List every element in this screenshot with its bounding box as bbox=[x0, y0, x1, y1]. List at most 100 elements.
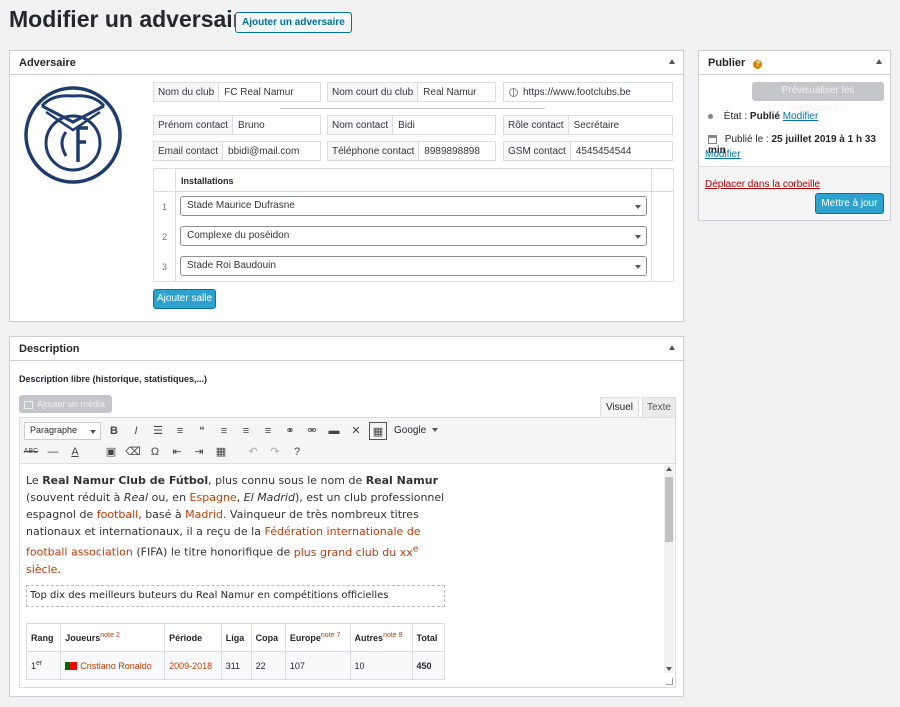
outdent-icon[interactable]: ⇤ bbox=[168, 443, 186, 461]
font-select[interactable]: Google bbox=[394, 425, 439, 436]
text-color-icon[interactable]: A bbox=[66, 443, 84, 461]
italic-icon[interactable]: I bbox=[127, 422, 145, 440]
contact-first-label: Prénom contact bbox=[154, 116, 234, 134]
resize-handle-icon[interactable] bbox=[666, 678, 673, 685]
website-field[interactable]: https://www.footclubs.be bbox=[503, 82, 673, 102]
short-name-field[interactable]: Nom court du club Real Namur bbox=[327, 82, 496, 102]
numbered-list-icon[interactable]: ≡ bbox=[171, 422, 189, 440]
trash-link[interactable]: Déplacer dans la corbeille bbox=[705, 179, 820, 190]
format-select[interactable]: Paragraphe bbox=[24, 422, 101, 440]
cell-joueur: Cristiano Ronaldo bbox=[60, 651, 166, 680]
adversaire-box: Adversaire Nom du club FC Real Namur Nom… bbox=[9, 50, 684, 322]
cell-rang: 1er bbox=[25, 651, 62, 680]
bullet-list-icon[interactable]: ☰ bbox=[149, 422, 167, 440]
page-title: Modifier un adversaire bbox=[9, 6, 255, 32]
edit-state-link[interactable]: Modifier bbox=[783, 111, 819, 122]
col-autres-label: Autres bbox=[354, 633, 384, 643]
add-media-button[interactable]: Ajouter un média bbox=[19, 395, 112, 413]
chevron-down-icon bbox=[432, 428, 439, 433]
align-right-icon[interactable]: ≡ bbox=[259, 422, 277, 440]
contact-role-label: Rôle contact bbox=[504, 116, 569, 134]
phone-value: 8989898898 bbox=[424, 145, 480, 157]
edit-date-link[interactable]: Modifier bbox=[705, 149, 741, 160]
publish-box: Publier ? Prévisualiser les modification… bbox=[698, 50, 891, 221]
table-icon[interactable]: ▦ bbox=[212, 443, 230, 461]
update-button[interactable]: Mettre à jour bbox=[815, 193, 884, 214]
club-logo bbox=[24, 86, 122, 184]
contact-last-label: Nom contact bbox=[328, 116, 394, 134]
editor-paragraph: Le Real Namur Club de Fútbol, plus connu… bbox=[26, 474, 445, 576]
scroll-down-icon[interactable] bbox=[666, 667, 672, 671]
tab-visual[interactable]: Visuel bbox=[600, 397, 639, 417]
email-label: Email contact bbox=[154, 142, 224, 160]
cell-copa: 22 bbox=[250, 651, 286, 680]
club-name-label: Nom du club bbox=[154, 83, 220, 101]
add-room-button[interactable]: Ajouter salle bbox=[153, 289, 216, 309]
club-name-field[interactable]: Nom du club FC Real Namur bbox=[153, 82, 321, 102]
contact-role-value: Secrétaire bbox=[573, 119, 620, 131]
rang-sup: er bbox=[36, 660, 43, 667]
blockquote-icon[interactable]: “ bbox=[193, 422, 211, 440]
help-icon[interactable]: ? bbox=[288, 443, 306, 461]
email-field[interactable]: Email contact bbidi@mail.com bbox=[153, 141, 321, 161]
contact-role-field[interactable]: Rôle contact Secrétaire bbox=[503, 115, 673, 135]
description-box-header: Description bbox=[10, 337, 683, 361]
preview-button[interactable]: Prévisualiser les modifications bbox=[752, 82, 884, 114]
chevron-down-icon bbox=[635, 265, 641, 269]
paste-text-icon[interactable]: ▣ bbox=[102, 443, 120, 461]
table-caption: Top dix des meilleurs buteurs du Real Na… bbox=[26, 585, 445, 607]
note-link[interactable]: note 8 bbox=[383, 632, 402, 639]
link-icon[interactable]: ⚭ bbox=[281, 422, 299, 440]
indent-icon[interactable]: ⇥ bbox=[190, 443, 208, 461]
keyboard-icon[interactable]: ▦ bbox=[369, 422, 387, 440]
strikethrough-icon[interactable]: ABC bbox=[22, 443, 40, 461]
installation-select-value: Complexe du poséidon bbox=[187, 230, 290, 241]
phone-field[interactable]: Téléphone contact 8989898898 bbox=[327, 141, 496, 161]
editor-content[interactable]: Le Real Namur Club de Fútbol, plus connu… bbox=[26, 472, 456, 578]
redo-icon[interactable]: ↷ bbox=[266, 443, 284, 461]
tab-text[interactable]: Texte bbox=[642, 397, 676, 417]
add-adversaire-button[interactable]: Ajouter un adversaire bbox=[235, 12, 352, 33]
contact-last-field[interactable]: Nom contact Bidi bbox=[327, 115, 496, 135]
phone-label: Téléphone contact bbox=[328, 142, 420, 160]
align-left-icon[interactable]: ≡ bbox=[215, 422, 233, 440]
gsm-field[interactable]: GSM contact 4545454544 bbox=[503, 141, 673, 161]
clear-formatting-icon[interactable]: ⌫ bbox=[124, 443, 142, 461]
collapse-toggle-icon[interactable] bbox=[669, 345, 675, 350]
chevron-down-icon bbox=[90, 430, 96, 434]
special-character-icon[interactable]: Ω bbox=[146, 443, 164, 461]
state-value: Publié bbox=[749, 111, 780, 122]
read-more-icon[interactable]: ▬ bbox=[325, 422, 343, 440]
joueur-link[interactable]: Cristiano Ronaldo bbox=[80, 661, 152, 671]
font-select-value: Google bbox=[394, 425, 427, 436]
installation-select[interactable]: Stade Roi Baudouin bbox=[180, 256, 647, 276]
installation-row-number: 3 bbox=[162, 262, 168, 272]
note-link[interactable]: note 7 bbox=[321, 632, 340, 639]
contact-first-field[interactable]: Prénom contact Bruno bbox=[153, 115, 321, 135]
help-icon[interactable]: ? bbox=[753, 60, 763, 69]
format-select-value: Paragraphe bbox=[30, 425, 78, 435]
col-autres: Autresnote 8 bbox=[349, 623, 413, 652]
short-name-value: Real Namur bbox=[423, 86, 477, 98]
unlink-icon[interactable]: ⚮ bbox=[303, 422, 321, 440]
undo-icon[interactable]: ↶ bbox=[244, 443, 262, 461]
scroll-up-icon[interactable] bbox=[666, 467, 672, 471]
horizontal-line-icon[interactable]: — bbox=[44, 443, 62, 461]
collapse-toggle-icon[interactable] bbox=[669, 59, 675, 64]
col-joueurs: Joueursnote 2 bbox=[60, 623, 166, 652]
periode-link[interactable]: 2009-2018 bbox=[169, 661, 212, 671]
portugal-flag-icon bbox=[65, 662, 78, 671]
align-center-icon[interactable]: ≡ bbox=[237, 422, 255, 440]
pin-icon bbox=[708, 114, 713, 119]
scrollbar-thumb[interactable] bbox=[665, 477, 673, 542]
col-europe-label: Europe bbox=[289, 633, 321, 643]
editor-scrollbar[interactable] bbox=[664, 465, 674, 673]
bold-icon[interactable]: B bbox=[105, 422, 123, 440]
fullscreen-icon[interactable]: ✕ bbox=[347, 422, 365, 440]
installation-select[interactable]: Complexe du poséidon bbox=[180, 226, 647, 246]
cell-europe: 107 bbox=[284, 651, 351, 680]
installation-select[interactable]: Stade Maurice Dufrasne bbox=[180, 196, 647, 216]
state-label: État : bbox=[723, 111, 748, 122]
collapse-toggle-icon[interactable] bbox=[876, 59, 882, 64]
note-link[interactable]: note 2 bbox=[100, 632, 119, 639]
